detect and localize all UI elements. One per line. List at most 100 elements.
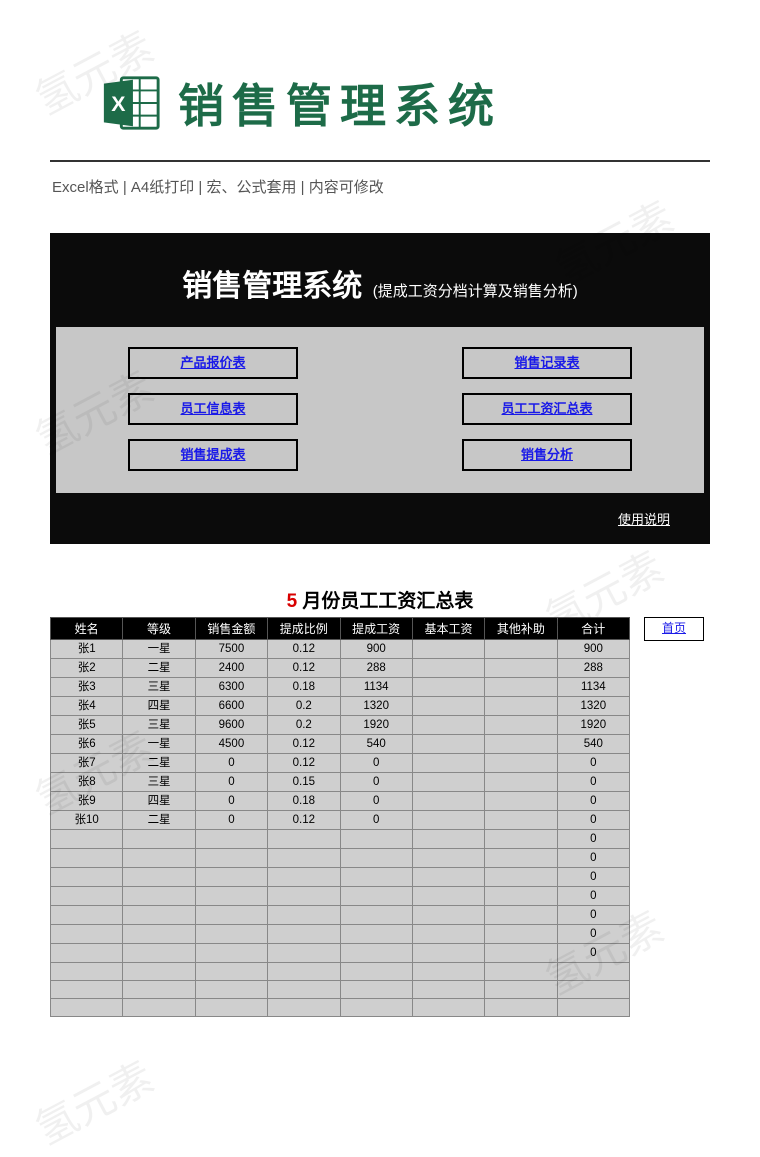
table-cell: 三星 bbox=[123, 678, 195, 697]
table-cell bbox=[485, 697, 557, 716]
table-cell bbox=[195, 887, 267, 906]
page-header: X 销售管理系统 bbox=[0, 0, 760, 150]
table-cell: 张6 bbox=[51, 735, 123, 754]
table-row bbox=[51, 999, 630, 1017]
table-cell bbox=[412, 811, 484, 830]
col-rate: 提成比例 bbox=[268, 618, 340, 640]
table-cell bbox=[51, 999, 123, 1017]
table-cell: 张10 bbox=[51, 811, 123, 830]
table-cell bbox=[123, 944, 195, 963]
table-cell: 0 bbox=[195, 811, 267, 830]
table-cell bbox=[195, 963, 267, 981]
table-row: 张6一星45000.12540540 bbox=[51, 735, 630, 754]
table-cell: 二星 bbox=[123, 754, 195, 773]
menu-btn-sales-record[interactable]: 销售记录表 bbox=[462, 347, 632, 379]
table-cell: 0.12 bbox=[268, 735, 340, 754]
table-cell: 张7 bbox=[51, 754, 123, 773]
menu-btn-salary-summary[interactable]: 员工工资汇总表 bbox=[462, 393, 632, 425]
table-cell bbox=[485, 849, 557, 868]
table-cell bbox=[340, 887, 412, 906]
menu-btn-sales-analysis[interactable]: 销售分析 bbox=[462, 439, 632, 471]
table-cell: 540 bbox=[557, 735, 629, 754]
table-cell bbox=[485, 716, 557, 735]
table-cell: 0 bbox=[195, 773, 267, 792]
table-cell: 1320 bbox=[557, 697, 629, 716]
table-cell bbox=[340, 981, 412, 999]
table-cell: 0.12 bbox=[268, 659, 340, 678]
table-cell bbox=[485, 981, 557, 999]
table-row: 张1一星75000.12900900 bbox=[51, 640, 630, 659]
table-cell bbox=[485, 830, 557, 849]
table-cell: 0.2 bbox=[268, 697, 340, 716]
col-level: 等级 bbox=[123, 618, 195, 640]
table-cell bbox=[123, 981, 195, 999]
table-cell bbox=[412, 999, 484, 1017]
menu-btn-employee-info[interactable]: 员工信息表 bbox=[128, 393, 298, 425]
table-cell: 7500 bbox=[195, 640, 267, 659]
table-cell bbox=[51, 906, 123, 925]
home-button[interactable]: 首页 bbox=[644, 617, 704, 641]
table-cell bbox=[485, 906, 557, 925]
table-cell: 张3 bbox=[51, 678, 123, 697]
table-cell bbox=[51, 868, 123, 887]
table-cell: 0 bbox=[557, 906, 629, 925]
table-cell bbox=[485, 868, 557, 887]
table-cell: 0.12 bbox=[268, 754, 340, 773]
col-total: 合计 bbox=[557, 618, 629, 640]
table-cell bbox=[412, 659, 484, 678]
table-cell bbox=[51, 849, 123, 868]
col-commission: 提成工资 bbox=[340, 618, 412, 640]
table-cell: 三星 bbox=[123, 716, 195, 735]
table-cell: 0.18 bbox=[268, 678, 340, 697]
table-cell: 1320 bbox=[340, 697, 412, 716]
table-cell bbox=[340, 906, 412, 925]
table-cell bbox=[195, 999, 267, 1017]
panel-title: 销售管理系统 bbox=[182, 270, 362, 303]
table-row: 张10二星00.1200 bbox=[51, 811, 630, 830]
menu-body: 产品报价表 销售记录表 员工信息表 员工工资汇总表 销售提成表 销售分析 bbox=[56, 327, 704, 493]
table-cell: 二星 bbox=[123, 659, 195, 678]
table-cell: 288 bbox=[557, 659, 629, 678]
table-cell: 一星 bbox=[123, 735, 195, 754]
table-cell bbox=[340, 849, 412, 868]
table-cell: 0.15 bbox=[268, 773, 340, 792]
table-cell: 1134 bbox=[340, 678, 412, 697]
table-cell bbox=[340, 830, 412, 849]
usage-link[interactable]: 使用说明 bbox=[618, 509, 670, 528]
table-row: 0 bbox=[51, 887, 630, 906]
table-cell: 288 bbox=[340, 659, 412, 678]
table-row: 张9四星00.1800 bbox=[51, 792, 630, 811]
table-cell: 1920 bbox=[340, 716, 412, 735]
menu-btn-product-price[interactable]: 产品报价表 bbox=[128, 347, 298, 379]
table-cell bbox=[340, 963, 412, 981]
table-cell bbox=[195, 925, 267, 944]
table-cell: 0 bbox=[557, 811, 629, 830]
table-cell bbox=[51, 981, 123, 999]
table-cell: 0 bbox=[340, 754, 412, 773]
table-cell: 0 bbox=[195, 792, 267, 811]
table-row: 0 bbox=[51, 830, 630, 849]
table-cell bbox=[268, 944, 340, 963]
table-cell bbox=[412, 735, 484, 754]
table-cell bbox=[485, 999, 557, 1017]
menu-btn-commission[interactable]: 销售提成表 bbox=[128, 439, 298, 471]
table-cell bbox=[340, 868, 412, 887]
table-cell bbox=[268, 849, 340, 868]
table-cell: 0 bbox=[340, 773, 412, 792]
table-body: 张1一星75000.12900900张2二星24000.12288288张3三星… bbox=[51, 640, 630, 1017]
features-text: Excel格式 | A4纸打印 | 宏、公式套用 | 内容可修改 bbox=[0, 162, 760, 197]
table-cell bbox=[412, 887, 484, 906]
page-title: 销售管理系统 bbox=[178, 70, 502, 136]
table-cell bbox=[123, 849, 195, 868]
excel-icon: X bbox=[100, 72, 162, 134]
table-cell: 四星 bbox=[123, 792, 195, 811]
table-cell bbox=[268, 906, 340, 925]
table-row: 0 bbox=[51, 868, 630, 887]
table-cell bbox=[340, 944, 412, 963]
table-cell bbox=[268, 868, 340, 887]
table-cell bbox=[195, 868, 267, 887]
col-name: 姓名 bbox=[51, 618, 123, 640]
table-cell bbox=[268, 981, 340, 999]
table-cell bbox=[268, 925, 340, 944]
table-cell: 9600 bbox=[195, 716, 267, 735]
